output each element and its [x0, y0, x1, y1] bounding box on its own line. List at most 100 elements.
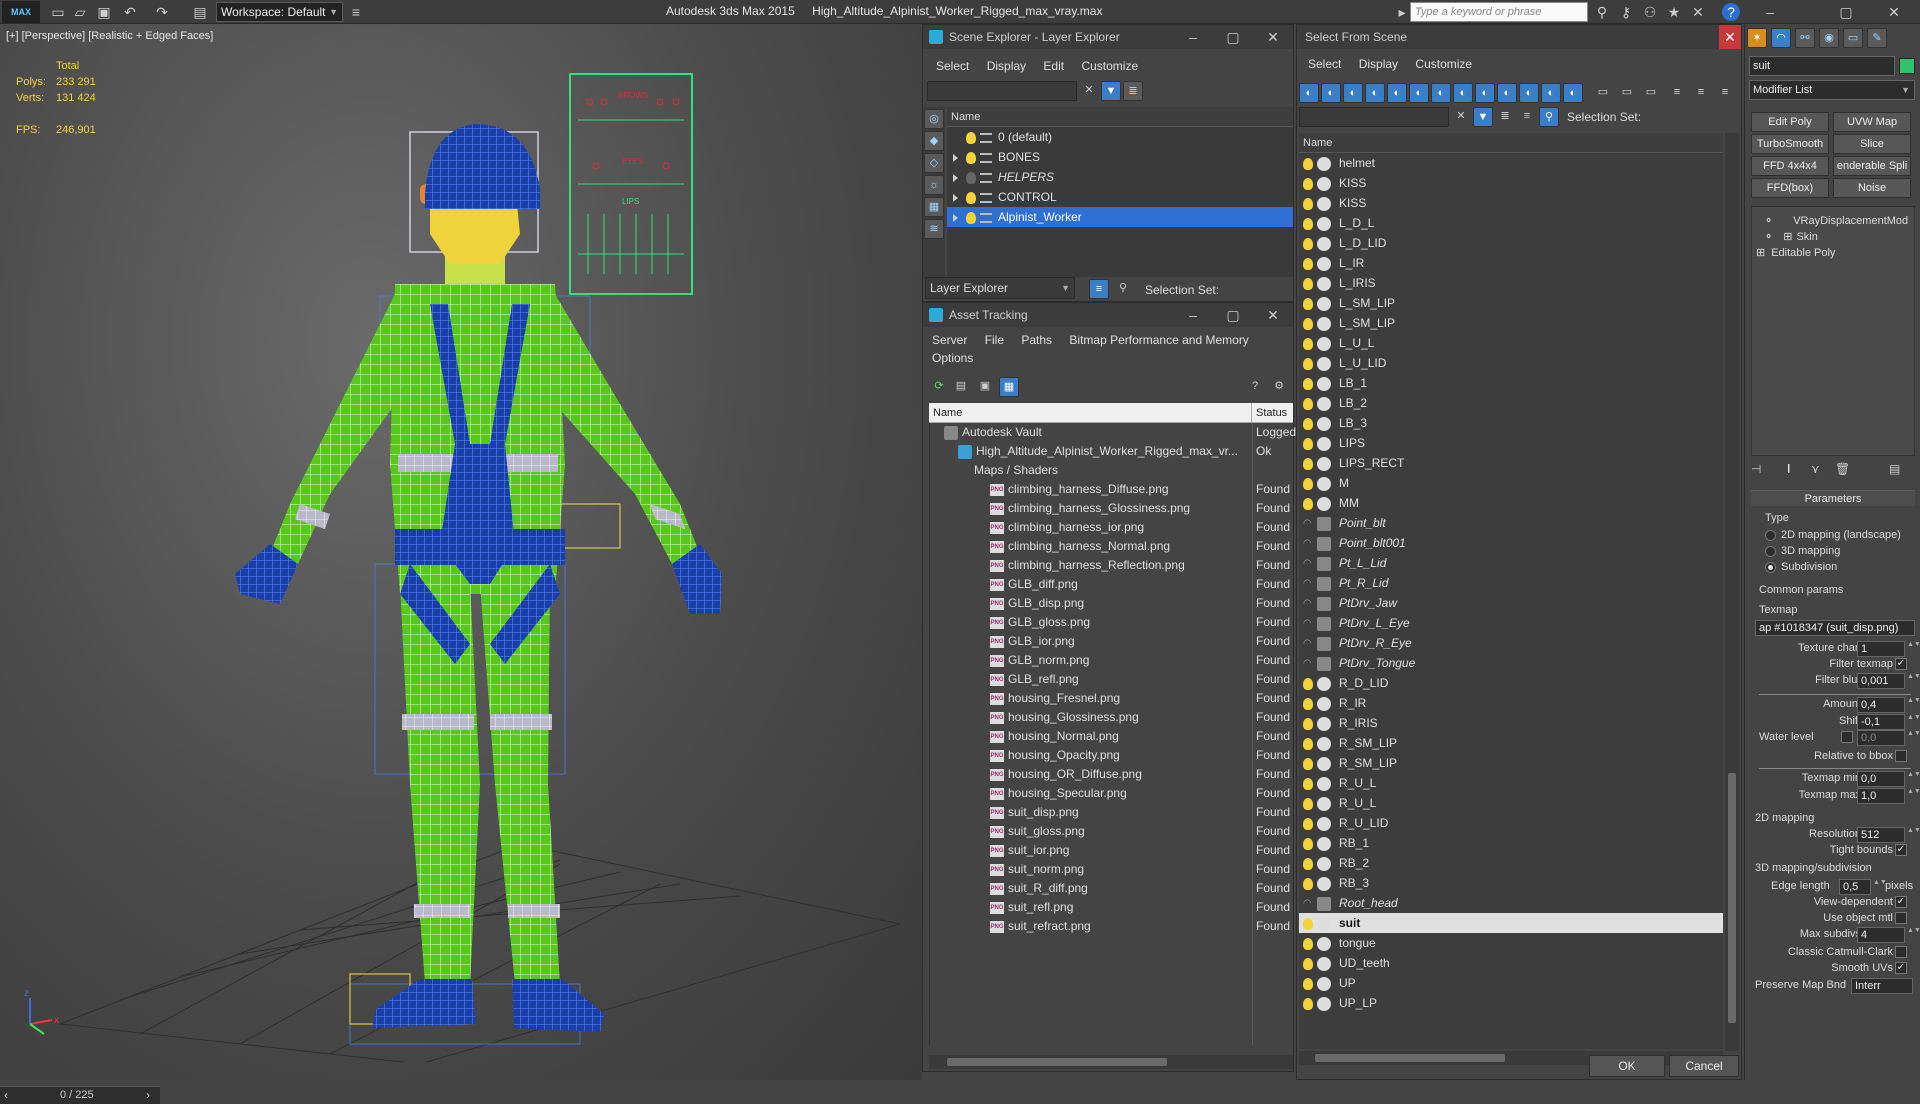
- object-row[interactable]: tongue: [1299, 933, 1723, 953]
- lightbulb-icon[interactable]: [1303, 177, 1313, 190]
- asset-row-file[interactable]: PNG GLB_refl.png Found: [930, 670, 1294, 689]
- lightbulb-icon[interactable]: ⚬: [1764, 215, 1773, 227]
- type-radio[interactable]: [1765, 530, 1776, 541]
- cancel-button[interactable]: Cancel: [1669, 1055, 1739, 1077]
- options-icon[interactable]: ≡: [1715, 83, 1735, 103]
- hidden-eye-icon[interactable]: ◠: [1303, 614, 1315, 634]
- settings-icon[interactable]: ⚙: [1269, 377, 1289, 397]
- use-object-mtl-checkbox[interactable]: [1895, 912, 1907, 924]
- lightbulb-icon[interactable]: [1303, 277, 1313, 290]
- expand-icon[interactable]: ⊞: [1756, 247, 1765, 259]
- modifier-button[interactable]: Edit Poly: [1751, 112, 1829, 132]
- hidden-icon[interactable]: ◐: [1563, 83, 1583, 103]
- close-icon[interactable]: ✕: [1253, 303, 1293, 327]
- thumbnail-view-icon[interactable]: ▣: [975, 377, 995, 397]
- make-unique-icon[interactable]: ⋎: [1811, 462, 1820, 476]
- resolution-field[interactable]: 512: [1857, 827, 1905, 843]
- filter-icon[interactable]: ▼: [1101, 81, 1121, 101]
- modifier-list-dropdown[interactable]: Modifier List ▼: [1749, 80, 1915, 100]
- object-row[interactable]: ◠ PtDrv_Jaw: [1299, 593, 1723, 613]
- select-from-scene-titlebar[interactable]: Select From Scene ✕: [1297, 25, 1741, 49]
- display-geometry-icon[interactable]: ◆: [924, 131, 944, 151]
- max-subdivs-field[interactable]: 4: [1857, 927, 1905, 943]
- ok-button[interactable]: OK: [1589, 1055, 1665, 1077]
- object-row[interactable]: R_IRIS: [1299, 713, 1723, 733]
- spinner-icon[interactable]: ▲▼: [1907, 714, 1920, 728]
- app-logo[interactable]: MAX: [2, 1, 40, 23]
- close-icon[interactable]: ✕: [1719, 25, 1741, 49]
- view-dependent-checkbox[interactable]: ✓: [1895, 896, 1907, 908]
- minimize-icon[interactable]: –: [1760, 2, 1780, 22]
- clear-find-icon[interactable]: ✕: [1451, 107, 1471, 127]
- object-row[interactable]: KISS: [1299, 173, 1723, 193]
- hidden-eye-icon[interactable]: ◠: [1303, 534, 1315, 554]
- texmap-min-field[interactable]: 0,0: [1857, 771, 1905, 787]
- object-hscroll-thumb[interactable]: [1315, 1054, 1505, 1062]
- lightbulb-icon[interactable]: [1303, 757, 1313, 770]
- workspace-dropdown[interactable]: Workspace: Default ▼: [216, 2, 343, 22]
- expand-arrow-icon[interactable]: [953, 193, 958, 202]
- spinner-icon[interactable]: ▲▼: [1907, 641, 1920, 655]
- lightbulb-icon[interactable]: [1303, 677, 1313, 690]
- expand-icon[interactable]: ⊞: [1783, 231, 1792, 243]
- create-tab-icon[interactable]: ✶: [1747, 28, 1767, 48]
- object-row[interactable]: UP: [1299, 973, 1723, 993]
- asset-row-file[interactable]: PNG GLB_ior.png Found: [930, 632, 1294, 651]
- lightbulb-icon[interactable]: [1303, 957, 1313, 970]
- lightbulb-icon[interactable]: [1303, 417, 1313, 430]
- hierarchy-icon[interactable]: ⚲: [1539, 107, 1559, 127]
- asset-row-file[interactable]: PNG suit_disp.png Found: [930, 803, 1294, 822]
- display-lights-icon[interactable]: ☼: [924, 175, 944, 195]
- modifier-button[interactable]: Slice: [1833, 134, 1911, 154]
- hidden-eye-icon[interactable]: ◠: [1303, 634, 1315, 654]
- favorite-icon[interactable]: ★: [1664, 2, 1684, 22]
- asset-row-file[interactable]: PNG housing_Glossiness.png Found: [930, 708, 1294, 727]
- tools-icon[interactable]: ≣: [1495, 107, 1515, 127]
- display-objects-icon[interactable]: ◎: [924, 109, 944, 129]
- search-input[interactable]: Type a keyword or phrase: [1410, 2, 1588, 22]
- object-row[interactable]: R_U_L: [1299, 793, 1723, 813]
- find-field[interactable]: [927, 81, 1077, 101]
- lightbulb-icon[interactable]: [1303, 397, 1313, 410]
- type-radio[interactable]: [1765, 546, 1776, 557]
- object-row[interactable]: LB_1: [1299, 373, 1723, 393]
- water-level-field[interactable]: 0,0: [1857, 730, 1905, 746]
- asset-row-file[interactable]: PNG suit_R_diff.png Found: [930, 879, 1294, 898]
- filter-combo-icon[interactable]: ≡: [1667, 83, 1687, 103]
- asset-row-file[interactable]: PNG suit_refract.png Found: [930, 917, 1294, 936]
- asset-row-file[interactable]: PNG climbing_harness_Reflection.png Found: [930, 556, 1294, 575]
- object-row[interactable]: ◠ PtDrv_R_Eye: [1299, 633, 1723, 653]
- object-row[interactable]: ◠ Pt_R_Lid: [1299, 573, 1723, 593]
- object-row[interactable]: UD_teeth: [1299, 953, 1723, 973]
- lightbulb-icon[interactable]: [1303, 377, 1313, 390]
- open-file-icon[interactable]: ▱: [70, 2, 90, 22]
- workspace-menu-icon[interactable]: ≡: [346, 2, 366, 22]
- hierarchy-tab-icon[interactable]: ⚯: [1795, 28, 1815, 48]
- clear-find-icon[interactable]: ✕: [1079, 81, 1099, 101]
- hidden-eye-icon[interactable]: ◠: [1303, 894, 1315, 914]
- asset-row-file[interactable]: PNG climbing_harness_Glossiness.png Found: [930, 499, 1294, 518]
- object-row[interactable]: M: [1299, 473, 1723, 493]
- texture-chan-field[interactable]: 1: [1857, 641, 1905, 657]
- modifier-button[interactable]: FFD 4x4x4: [1751, 156, 1829, 176]
- lightbulb-icon[interactable]: [1303, 857, 1313, 870]
- object-row[interactable]: ◠ Point_blt: [1299, 513, 1723, 533]
- minimize-icon[interactable]: –: [1173, 303, 1213, 327]
- asset-row-file[interactable]: PNG GLB_gloss.png Found: [930, 613, 1294, 632]
- time-slider[interactable]: ‹ 0 / 225 ›: [0, 1086, 160, 1104]
- object-name-field[interactable]: suit: [1749, 56, 1895, 76]
- asset-row-file[interactable]: PNG GLB_diff.png Found: [930, 575, 1294, 594]
- show-end-result-icon[interactable]: Ⅰ: [1787, 462, 1791, 476]
- hierarchy-icon[interactable]: ⚲: [1113, 279, 1133, 299]
- menu-options[interactable]: Options: [925, 347, 980, 369]
- object-row[interactable]: R_D_LID: [1299, 673, 1723, 693]
- asset-row-file[interactable]: PNG housing_Specular.png Found: [930, 784, 1294, 803]
- lightbulb-icon[interactable]: [1303, 317, 1313, 330]
- select-invert-icon[interactable]: ▭: [1641, 83, 1661, 103]
- object-row[interactable]: L_U_LID: [1299, 353, 1723, 373]
- classic-catmull-clark-checkbox[interactable]: [1895, 946, 1907, 958]
- object-row[interactable]: ◠ Root_head: [1299, 893, 1723, 913]
- lightbulb-icon[interactable]: [1303, 937, 1313, 950]
- close-icon[interactable]: ✕: [1884, 2, 1904, 22]
- xrefs-icon[interactable]: ◐: [1475, 83, 1495, 103]
